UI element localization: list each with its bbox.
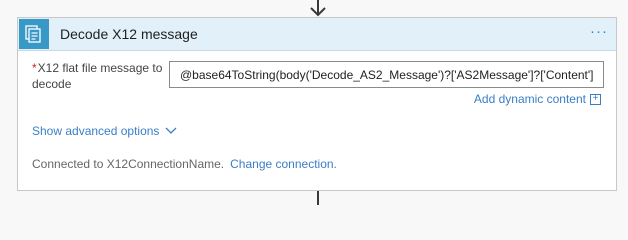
x12-message-input[interactable] — [169, 61, 604, 88]
arrow-down-icon — [310, 0, 326, 17]
show-advanced-options-label: Show advanced options — [32, 124, 160, 138]
add-dynamic-content-link[interactable]: Add dynamic content + — [474, 92, 601, 106]
flow-connector-line — [317, 191, 319, 205]
show-advanced-options-toggle[interactable]: Show advanced options — [32, 124, 177, 138]
connection-info: Connected to X12ConnectionName. Change co… — [32, 157, 337, 171]
card-header[interactable]: Decode X12 message ··· — [18, 18, 616, 51]
required-marker: * — [32, 61, 37, 75]
field-label-text: X12 flat file message to decode — [32, 61, 163, 91]
designer-canvas: Decode X12 message ··· *X12 flat file me… — [0, 0, 628, 205]
add-dynamic-content-label: Add dynamic content — [473, 92, 586, 106]
action-card: Decode X12 message ··· *X12 flat file me… — [17, 17, 617, 191]
connection-status-text: Connected to X12ConnectionName. — [32, 157, 225, 171]
document-stack-icon — [19, 19, 49, 49]
plus-icon: + — [590, 93, 601, 105]
chevron-down-icon — [165, 127, 177, 134]
more-options-button[interactable]: ··· — [590, 24, 608, 40]
change-connection-link[interactable]: Change connection. — [230, 157, 337, 171]
field-label: *X12 flat file message to decode — [32, 60, 172, 92]
card-title: Decode X12 message — [60, 26, 198, 42]
